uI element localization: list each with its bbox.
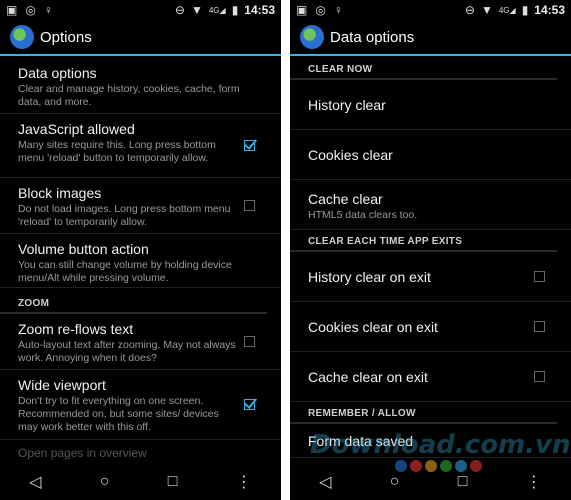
javascript-checkbox[interactable] [244, 139, 255, 151]
cache-exit-checkbox[interactable] [534, 370, 545, 382]
navigation-bar: ◁ ○ □ ⋮ [290, 464, 571, 500]
block-images-checkbox[interactable] [244, 199, 255, 211]
setting-title: Data options [18, 65, 97, 81]
do-not-disturb-icon: ⊖ [464, 3, 475, 17]
item-title: Cache clear [308, 191, 383, 207]
setting-block-images[interactable]: Block images Do not load images. Long pr… [0, 178, 281, 234]
action-bar: Options [0, 20, 281, 56]
item-summary: HTML5 data clears too. [308, 209, 418, 221]
status-bar: ▣ ◎ ♀ ⊖ ▼ 4G◢ ▮ 14:53 [290, 0, 571, 20]
do-not-disturb-icon: ⊖ [174, 3, 185, 17]
item-title: History clear [308, 96, 386, 113]
item-title: Cache clear on exit [308, 368, 428, 385]
setting-summary: Clear and manage history, cookies, cache… [18, 83, 240, 108]
recents-icon[interactable]: □ [458, 473, 468, 491]
signal-icon: 4G◢ [498, 5, 516, 15]
image-notification-icon: ▣ [296, 3, 308, 17]
section-header-zoom: ZOOM [0, 288, 267, 314]
item-title: Cookies clear [308, 146, 393, 163]
section-header-remember-allow: REMEMBER / ALLOW [290, 402, 557, 424]
section-header-clear-now: CLEAR NOW [290, 58, 557, 80]
home-icon[interactable]: ○ [100, 473, 110, 491]
setting-title: Wide viewport [18, 377, 106, 393]
back-icon[interactable]: ◁ [29, 472, 41, 492]
setting-volume-button-action[interactable]: Volume button action You can still chang… [0, 234, 281, 288]
recents-icon[interactable]: □ [168, 473, 178, 491]
overflow-menu-icon[interactable]: ⋮ [236, 472, 252, 492]
cache-clear-item[interactable]: Cache clear HTML5 data clears too. [290, 180, 571, 230]
wifi-icon: ▼ [190, 3, 203, 17]
section-header-clear-each-exit: CLEAR EACH TIME APP EXITS [290, 230, 557, 252]
battery-icon: ▮ [231, 3, 239, 17]
setting-summary: Many sites require this. Long press bott… [18, 139, 216, 164]
image-notification-icon: ▣ [6, 3, 18, 17]
wide-viewport-checkbox[interactable] [244, 398, 255, 410]
item-title: Cookies clear on exit [308, 318, 438, 335]
zoom-reflow-checkbox[interactable] [244, 335, 255, 347]
home-icon[interactable]: ○ [390, 473, 400, 491]
navigation-bar: ◁ ○ □ ⋮ [0, 464, 281, 500]
setting-summary: You can still change volume by holding d… [18, 259, 232, 284]
cookies-clear-item[interactable]: Cookies clear [290, 130, 571, 180]
phone-screen-data-options: ▣ ◎ ♀ ⊖ ▼ 4G◢ ▮ 14:53 Data options CLEAR… [290, 0, 571, 500]
network-type: 4G [208, 5, 220, 15]
overflow-menu-icon[interactable]: ⋮ [526, 472, 542, 492]
battery-icon: ▮ [521, 3, 529, 17]
cookies-clear-on-exit-item[interactable]: Cookies clear on exit [290, 302, 571, 352]
lightbulb-icon: ♀ [333, 3, 343, 17]
app-globe-icon[interactable] [10, 25, 34, 49]
setting-title: Zoom re-flows text [18, 321, 134, 337]
cache-clear-on-exit-item[interactable]: Cache clear on exit [290, 352, 571, 402]
page-title: Options [40, 28, 92, 46]
cookies-exit-checkbox[interactable] [534, 320, 545, 332]
setting-data-options[interactable]: Data options Clear and manage history, c… [0, 58, 281, 114]
whatsapp-icon: ◎ [315, 3, 326, 17]
history-clear-item[interactable]: History clear [290, 80, 571, 130]
lightbulb-icon: ♀ [43, 3, 53, 17]
setting-javascript-allowed[interactable]: JavaScript allowed Many sites require th… [0, 114, 281, 178]
setting-summary: Don't try to fit everything on one scree… [18, 395, 219, 433]
setting-title: JavaScript allowed [18, 121, 135, 137]
action-bar: Data options [290, 20, 571, 56]
item-title: History clear on exit [308, 268, 431, 285]
network-type: 4G [498, 5, 510, 15]
back-icon[interactable]: ◁ [319, 472, 331, 492]
app-globe-icon[interactable] [300, 25, 324, 49]
history-clear-on-exit-item[interactable]: History clear on exit [290, 252, 571, 302]
data-options-list: CLEAR NOW History clear Cookies clear Ca… [290, 58, 571, 464]
setting-zoom-reflows-text[interactable]: Zoom re-flows text Auto-layout text afte… [0, 314, 281, 370]
signal-icon: 4G◢ [208, 5, 226, 15]
whatsapp-icon: ◎ [25, 3, 36, 17]
setting-summary: Do not load images. Long press bottom me… [18, 203, 231, 228]
setting-title: Block images [18, 185, 102, 201]
status-time: 14:53 [534, 3, 565, 17]
setting-wide-viewport[interactable]: Wide viewport Don't try to fit everythin… [0, 370, 281, 440]
setting-summary: Auto-layout text after zooming. May not … [18, 339, 236, 364]
phone-screen-options: ▣ ◎ ♀ ⊖ ▼ 4G◢ ▮ 14:53 Options Data optio… [0, 0, 281, 500]
wifi-icon: ▼ [480, 3, 493, 17]
options-list: Data options Clear and manage history, c… [0, 58, 281, 464]
watermark-logo: Download.com.vn [310, 430, 571, 460]
status-bar: ▣ ◎ ♀ ⊖ ▼ 4G◢ ▮ 14:53 [0, 0, 281, 20]
history-exit-checkbox[interactable] [534, 270, 545, 282]
setting-open-pages-overview[interactable]: Open pages in overview [0, 440, 281, 464]
setting-title: Volume button action [18, 241, 149, 257]
page-title: Data options [330, 28, 415, 46]
status-time: 14:53 [244, 3, 275, 17]
